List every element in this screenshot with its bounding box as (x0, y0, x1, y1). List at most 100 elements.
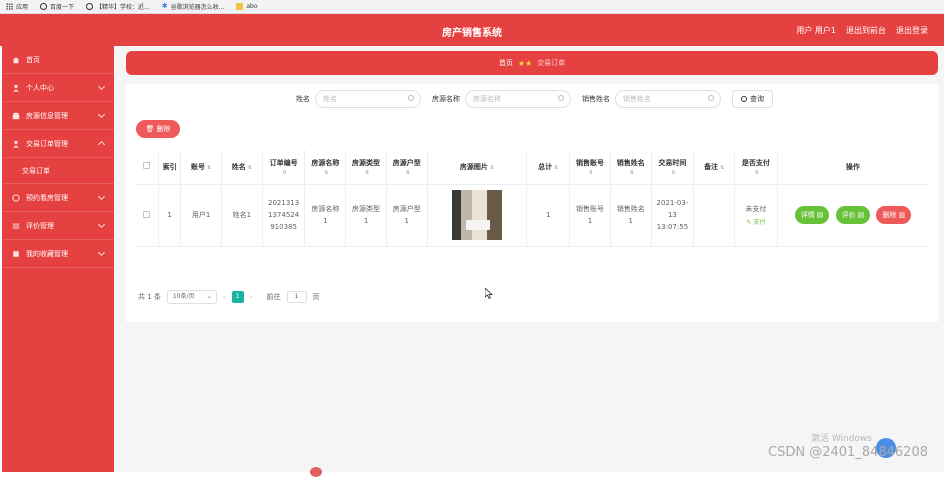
csdn-watermark: CSDN @2401_84846208 (768, 445, 928, 460)
bookmark-baidu[interactable]: 百度一下 (40, 2, 74, 11)
page-number-1[interactable]: 1 (232, 291, 244, 303)
cell-house-image (427, 184, 527, 246)
sort-icon: ⇅ (589, 170, 593, 176)
folder-icon (236, 3, 243, 10)
user-icon (12, 84, 20, 92)
search-icon (708, 95, 714, 101)
cell-account: 用户1 (181, 184, 222, 246)
col-seller-account[interactable]: 销售账号⇅ (570, 150, 611, 184)
star-separator-icon: ★★ (518, 59, 532, 68)
header-actions: 用户 用户1 退出到前台 退出登录 (796, 25, 928, 36)
sort-icon: ⇅ (248, 165, 252, 171)
sort-icon: ⇅ (365, 170, 369, 176)
pay-status-text: 未支付 (735, 204, 777, 214)
search-icon (408, 95, 414, 101)
sidebar-item-reviews[interactable]: 评价管理 (2, 212, 114, 240)
col-house-name[interactable]: 房源名称⇅ (305, 150, 346, 184)
bookmark-chrome-tips[interactable]: ✱谷歌浏览器怎么收... (162, 2, 225, 11)
app-header: 房产销售系统 用户 用户1 退出到前台 退出登录 (0, 14, 944, 46)
name-search-input[interactable]: 姓名 (315, 90, 421, 108)
cell-house-name: 房源名称 1 (305, 184, 346, 246)
house-photo[interactable] (452, 190, 502, 240)
house-name-label: 房源名称 (432, 94, 460, 104)
calendar-icon (12, 194, 20, 202)
apps-grid-icon (6, 3, 13, 10)
review-button[interactable]: 评价▤ (836, 206, 871, 224)
search-icon (558, 95, 564, 101)
prev-page-button[interactable]: ‹ (223, 293, 226, 301)
chevron-down-icon: ⌄ (207, 291, 212, 303)
col-name[interactable]: 姓名⇅ (222, 150, 263, 184)
bookmark-school[interactable]: 【精华】学校：近... (86, 2, 150, 11)
chevron-down-icon (98, 249, 105, 256)
bookmark-apps[interactable]: 应用 (6, 2, 28, 11)
edit-icon: ✎ (746, 219, 751, 226)
breadcrumb-home[interactable]: 首页 (499, 58, 513, 68)
page-unit-label: 页 (313, 292, 320, 302)
goto-page-input[interactable]: 1 (287, 291, 307, 303)
sidebar-item-profile[interactable]: 个人中心 (2, 74, 114, 102)
seller-name-label: 销售姓名 (582, 94, 610, 104)
total-count: 共 1 条 (138, 292, 161, 302)
sidebar: 首页 个人中心 房源信息管理 交易订单管理 交易订单 预约看房管理 评价管理 我… (2, 46, 114, 472)
sidebar-item-favorites[interactable]: 我的收藏管理 (2, 240, 114, 268)
seller-name-search-input[interactable]: 销售姓名 (615, 90, 721, 108)
cell-house-layout: 房源户型 1 (386, 184, 427, 246)
cell-trade-time: 2021-03-13 13:07:55 (651, 184, 694, 246)
col-pay-status[interactable]: 是否支付⇅ (735, 150, 778, 184)
row-select-cell[interactable] (136, 184, 158, 246)
select-all-header[interactable] (136, 150, 158, 184)
row-delete-button[interactable]: 删除▥ (876, 206, 911, 224)
trash-icon: 🗑 (146, 125, 155, 133)
col-order-no[interactable]: 订单编号⇅ (262, 150, 305, 184)
page-size-select[interactable]: 10条/页⌄ (167, 290, 217, 304)
globe-icon (40, 3, 47, 10)
col-remark[interactable]: 备注⇅ (694, 150, 735, 184)
logout-link[interactable]: 退出登录 (896, 25, 928, 36)
cell-house-type: 房源类型 1 (346, 184, 387, 246)
cell-total: 1 (527, 184, 570, 246)
cell-seller-account: 销售账号 1 (570, 184, 611, 246)
sidebar-item-orders[interactable]: 交易订单管理 (2, 130, 114, 158)
table-row: 1 用户1 姓名1 2021313 1374524 910385 房源名称 1 … (136, 184, 928, 246)
select-all-checkbox[interactable] (143, 162, 150, 169)
pay-link[interactable]: ✎ 支付 (735, 217, 777, 226)
detail-button[interactable]: 详情▤ (795, 206, 830, 224)
col-trade-time[interactable]: 交易时间⇅ (651, 150, 694, 184)
sidebar-item-appointment[interactable]: 预约看房管理 (2, 184, 114, 212)
col-house-layout[interactable]: 房源户型⇅ (386, 150, 427, 184)
col-seller-name[interactable]: 销售姓名⇅ (610, 150, 651, 184)
sidebar-item-home[interactable]: 首页 (2, 46, 114, 74)
col-house-type[interactable]: 房源类型⇅ (346, 150, 387, 184)
back-to-frontend-link[interactable]: 退出到前台 (846, 25, 886, 36)
sort-icon: ⇅ (554, 165, 558, 171)
sort-icon: ⇅ (755, 170, 759, 176)
sort-icon: ⇅ (282, 170, 286, 176)
bookmark-abo[interactable]: abo (236, 3, 257, 10)
breadcrumb-current: 交易订单 (537, 58, 565, 68)
cell-seller-name: 销售姓名 1 (610, 184, 651, 246)
next-page-button[interactable]: › (250, 293, 253, 301)
sidebar-item-house-info[interactable]: 房源信息管理 (2, 102, 114, 130)
table-header-row: 索引 账号⇅ 姓名⇅ 订单编号⇅ 房源名称⇅ 房源类型⇅ 房源户型⇅ 房源图片⇅… (136, 150, 928, 184)
row-checkbox[interactable] (143, 211, 150, 218)
col-index: 索引 (158, 150, 180, 184)
cell-name: 姓名1 (222, 184, 263, 246)
chevron-down-icon (98, 111, 105, 118)
sort-icon: ⇅ (671, 170, 675, 176)
col-actions: 操作 (777, 150, 928, 184)
search-icon (741, 96, 747, 102)
col-house-image[interactable]: 房源图片⇅ (427, 150, 527, 184)
chevron-up-icon (98, 141, 105, 148)
pagination: 共 1 条 10条/页⌄ ‹ 1 › 前往 1 页 (138, 290, 320, 304)
col-total[interactable]: 总计⇅ (527, 150, 570, 184)
col-account[interactable]: 账号⇅ (181, 150, 222, 184)
document-icon: ▤ (817, 211, 824, 219)
house-name-search-input[interactable]: 房源名称 (465, 90, 571, 108)
sidebar-subitem-orders[interactable]: 交易订单 (2, 158, 114, 184)
batch-delete-button[interactable]: 🗑 删除 (136, 120, 180, 138)
star-icon: ✱ (162, 3, 168, 10)
sort-icon: ⇅ (324, 170, 328, 176)
search-button[interactable]: 查询 (732, 90, 773, 108)
trash-icon: ▥ (898, 211, 905, 219)
